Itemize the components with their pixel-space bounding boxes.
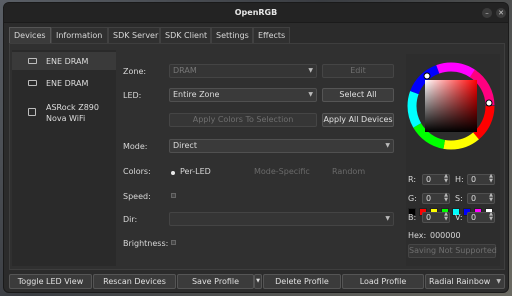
h-label: H: bbox=[455, 175, 464, 184]
device-name: ENE DRAM bbox=[46, 57, 89, 66]
toggle-led-view-button[interactable]: Toggle LED View bbox=[9, 274, 92, 289]
r-label: R: bbox=[408, 175, 417, 184]
device-name-line2: Nova WiFi bbox=[46, 114, 86, 123]
chevron-down-icon: ▼ bbox=[308, 91, 313, 98]
device-list-item[interactable]: ASRock Z890 Nova WiFi bbox=[12, 100, 116, 126]
tab-settings[interactable]: Settings bbox=[211, 27, 253, 43]
title-bar: OpenRGB – ✕ bbox=[4, 3, 508, 23]
h-value: 0 bbox=[471, 175, 477, 184]
minimize-icon[interactable]: – bbox=[482, 8, 492, 18]
random-radio[interactable]: Random bbox=[332, 167, 365, 176]
load-profile-button[interactable]: Load Profile bbox=[342, 274, 424, 289]
per-led-radio[interactable] bbox=[171, 171, 175, 175]
brightness-slider[interactable] bbox=[171, 240, 176, 245]
zone-label: Zone: bbox=[123, 67, 147, 76]
b-input[interactable]: 0 ▲ ▼ bbox=[422, 212, 450, 223]
dir-dropdown[interactable]: ▼ bbox=[169, 212, 394, 226]
dir-label: Dir: bbox=[123, 215, 138, 224]
g-input[interactable]: 0 ▲ ▼ bbox=[422, 193, 450, 204]
s-label: S: bbox=[455, 194, 463, 203]
chevron-down-icon: ▼ bbox=[496, 278, 501, 285]
tab-sdk-client[interactable]: SDK Client bbox=[160, 27, 211, 43]
mode-dropdown[interactable]: Direct ▼ bbox=[169, 139, 394, 153]
device-list-item[interactable]: ENE DRAM bbox=[12, 74, 116, 92]
saving-not-supported-button[interactable]: Saving Not Supported bbox=[408, 244, 497, 258]
zone-dropdown[interactable]: DRAM ▼ bbox=[169, 64, 317, 78]
r-input[interactable]: 0 ▲ ▼ bbox=[422, 174, 450, 185]
per-led-label: Per-LED bbox=[180, 167, 211, 176]
window-title: OpenRGB bbox=[234, 8, 278, 17]
h-input[interactable]: 0 ▲ ▼ bbox=[467, 174, 495, 185]
apply-all-devices-button[interactable]: Apply All Devices bbox=[322, 113, 394, 127]
spin-arrows-icon: ▲ ▼ bbox=[489, 173, 493, 184]
b-label: B: bbox=[408, 213, 417, 222]
spin-arrows-icon: ▲ ▼ bbox=[444, 192, 448, 203]
hex-label: Hex: bbox=[408, 231, 427, 240]
delete-profile-button[interactable]: Delete Profile bbox=[263, 274, 341, 289]
chevron-down-icon: ▼ bbox=[385, 215, 390, 222]
device-name: ENE DRAM bbox=[46, 79, 89, 88]
color-wheel[interactable] bbox=[406, 54, 500, 158]
b-value: 0 bbox=[426, 213, 432, 222]
spin-arrows-icon: ▲ ▼ bbox=[489, 211, 493, 222]
color-picker-panel: R: 0 ▲ ▼ H: 0 ▲ ▼ G: 0 ▲ ▼ S: 0 ▲ ▼ B: 0 ▲ ▼ … bbox=[406, 54, 500, 266]
effect-dropdown[interactable]: Radial Rainbow ▼ bbox=[425, 274, 505, 289]
motherboard-icon bbox=[28, 108, 36, 116]
ram-icon bbox=[28, 80, 37, 86]
device-list-item[interactable]: ENE DRAM bbox=[12, 52, 116, 70]
chevron-down-icon: ▼ bbox=[308, 67, 313, 74]
v-value: 0 bbox=[471, 213, 477, 222]
edit-button[interactable]: Edit bbox=[322, 64, 394, 78]
chevron-down-icon: ▼ bbox=[385, 142, 390, 149]
tab-sdk-server[interactable]: SDK Server bbox=[108, 27, 160, 43]
speed-slider[interactable] bbox=[171, 193, 176, 198]
mode-value: Direct bbox=[173, 141, 197, 150]
zone-value: DRAM bbox=[173, 66, 197, 75]
device-controls: Zone: DRAM ▼ Edit LED: Entire Zone ▼ Sel… bbox=[119, 54, 402, 266]
s-value: 0 bbox=[471, 194, 477, 203]
tab-effects[interactable]: Effects bbox=[253, 27, 290, 43]
s-input[interactable]: 0 ▲ ▼ bbox=[467, 193, 495, 204]
led-label: LED: bbox=[123, 91, 142, 100]
openrgb-window: OpenRGB – ✕ Devices Information SDK Serv… bbox=[3, 2, 509, 293]
save-profile-menu-arrow-icon[interactable]: ▼ bbox=[254, 274, 262, 289]
brightness-label: Brightness: bbox=[123, 239, 169, 248]
speed-label: Speed: bbox=[123, 192, 151, 201]
spin-arrows-icon: ▲ ▼ bbox=[489, 192, 493, 203]
tab-devices[interactable]: Devices bbox=[9, 27, 51, 43]
spin-arrows-icon: ▲ ▼ bbox=[444, 211, 448, 222]
ram-icon bbox=[28, 58, 37, 64]
rescan-devices-button[interactable]: Rescan Devices bbox=[93, 274, 176, 289]
hex-input[interactable]: 000000 bbox=[430, 231, 461, 240]
effect-selected-value: Radial Rainbow bbox=[429, 277, 491, 286]
device-name-line1: ASRock Z890 bbox=[46, 103, 99, 112]
r-value: 0 bbox=[426, 175, 432, 184]
g-label: G: bbox=[408, 194, 417, 203]
mode-specific-radio[interactable]: Mode-Specific bbox=[254, 167, 310, 176]
v-label: V: bbox=[455, 213, 463, 222]
g-value: 0 bbox=[426, 194, 432, 203]
close-icon[interactable]: ✕ bbox=[496, 8, 506, 18]
select-all-button[interactable]: Select All bbox=[322, 88, 394, 102]
save-profile-button[interactable]: Save Profile bbox=[177, 274, 254, 289]
spin-arrows-icon: ▲ ▼ bbox=[444, 173, 448, 184]
led-value: Entire Zone bbox=[173, 90, 220, 99]
colors-label: Colors: bbox=[123, 167, 151, 176]
tab-information[interactable]: Information bbox=[51, 27, 108, 43]
device-list: ENE DRAM ENE DRAM ASRock Z890 Nova WiFi bbox=[12, 50, 116, 266]
v-input[interactable]: 0 ▲ ▼ bbox=[467, 212, 495, 223]
apply-colors-to-selection-button[interactable]: Apply Colors To Selection bbox=[169, 113, 317, 127]
led-dropdown[interactable]: Entire Zone ▼ bbox=[169, 88, 317, 102]
mode-label: Mode: bbox=[123, 142, 148, 151]
